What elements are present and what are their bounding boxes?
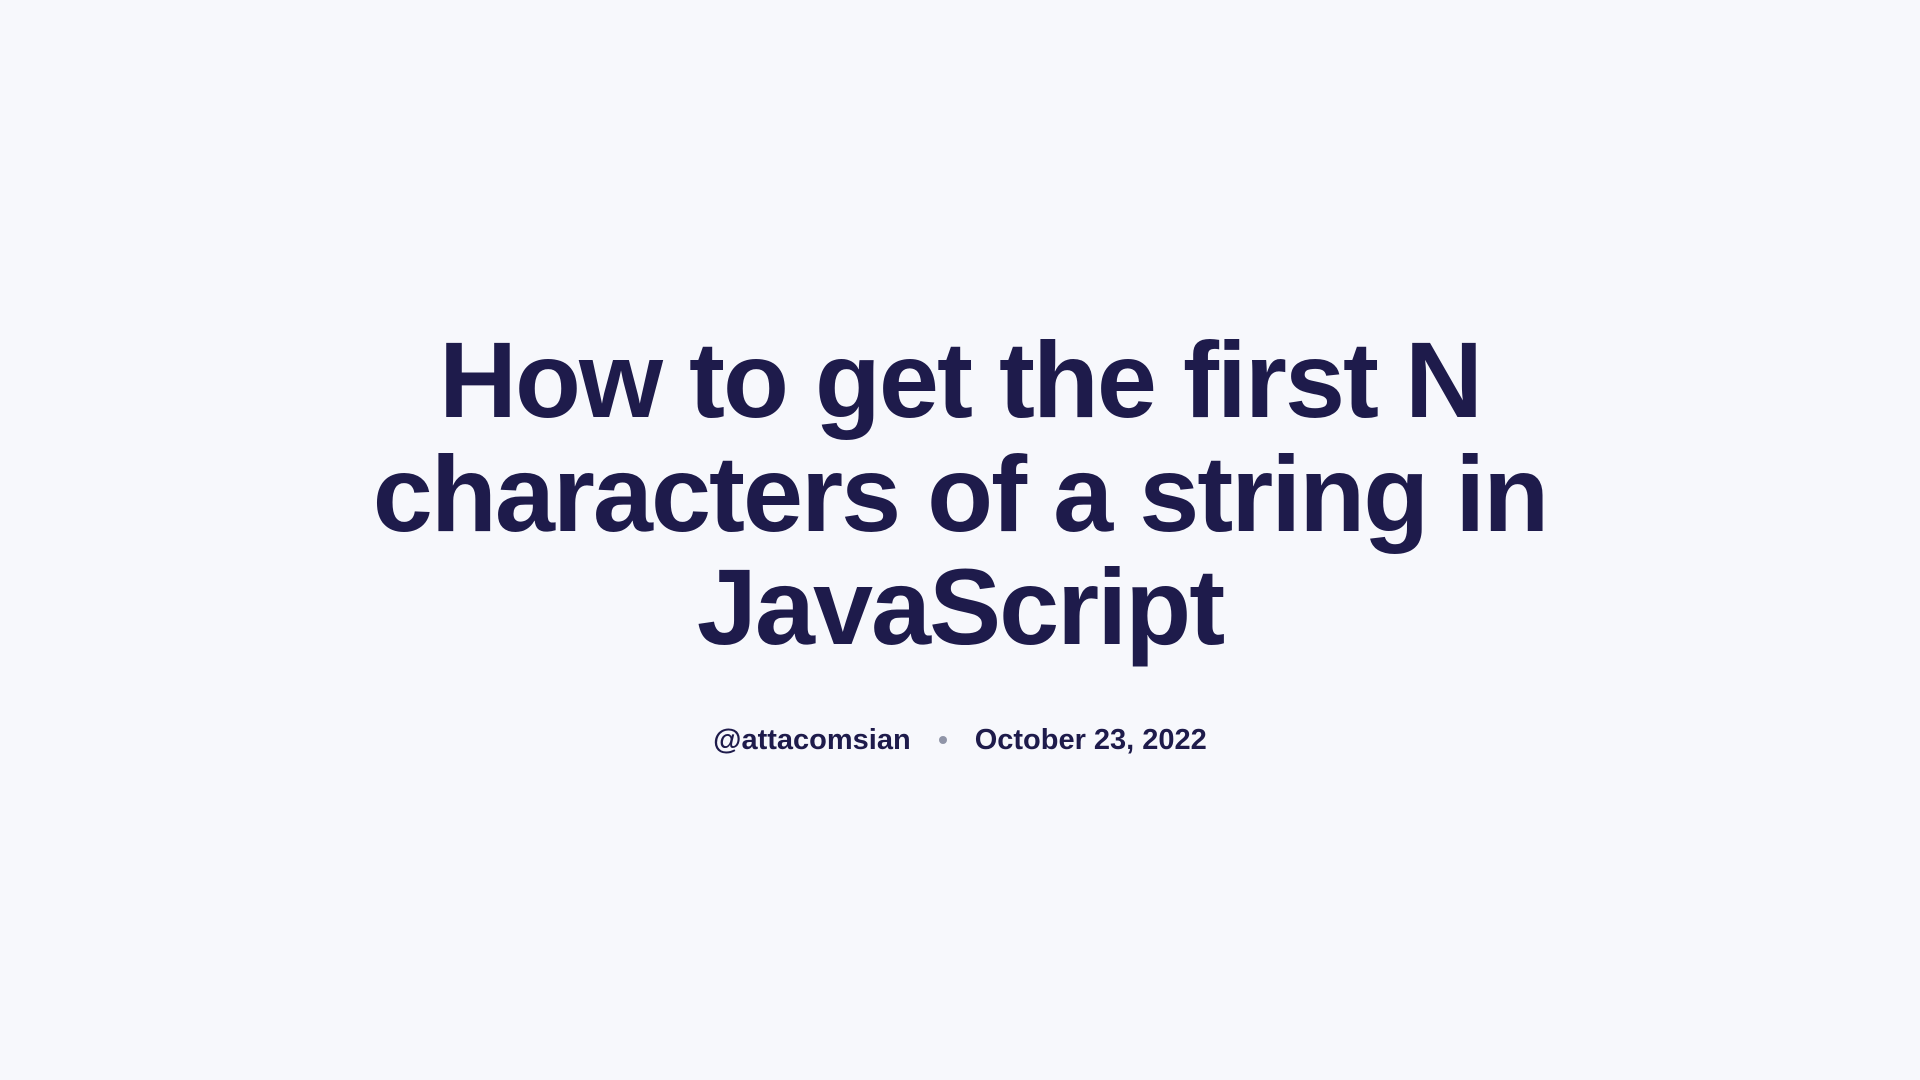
article-title: How to get the first N characters of a s… <box>300 323 1620 663</box>
article-date: October 23, 2022 <box>975 724 1207 757</box>
separator-dot-icon <box>939 736 947 744</box>
article-author: @attacomsian <box>713 724 911 757</box>
article-card: How to get the first N characters of a s… <box>260 323 1660 756</box>
article-meta: @attacomsian October 23, 2022 <box>300 724 1620 757</box>
